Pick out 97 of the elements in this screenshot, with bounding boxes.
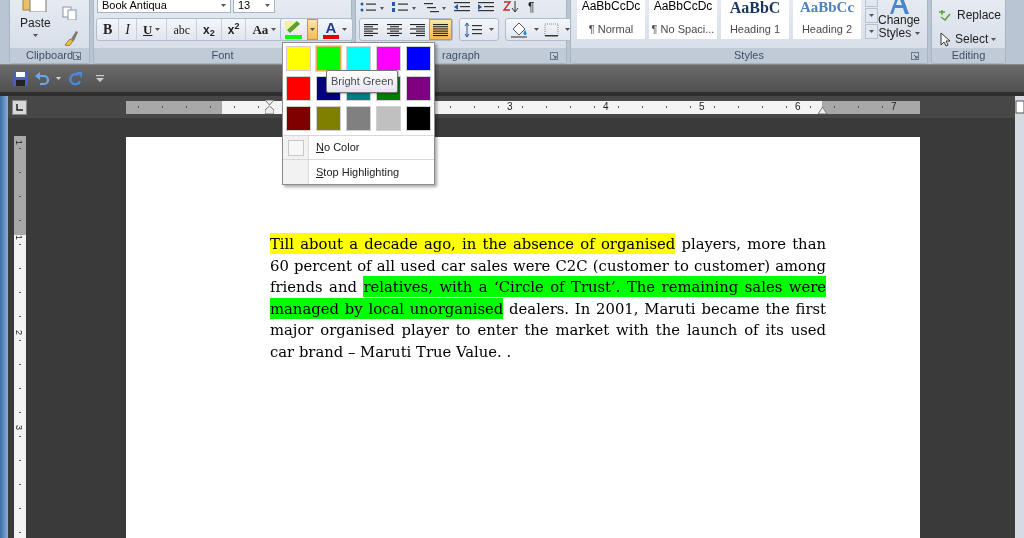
group-label: Styles [734,50,764,61]
format-underline-button[interactable]: U [137,19,168,40]
replace-icon [938,8,954,22]
color-swatch[interactable] [406,106,431,131]
color-swatch[interactable] [376,106,401,131]
right-indent-marker[interactable] [818,106,827,114]
ruler-number: 3 [507,99,513,113]
caret-icon [56,77,61,80]
show-formatting-button[interactable]: ¶ [525,0,538,14]
numbered-list-icon[interactable] [391,0,417,14]
align-center-icon [386,22,403,37]
increase-indent-icon[interactable] [477,0,495,14]
ruler-number: 1 [14,140,23,145]
sort-icon[interactable] [501,0,519,14]
ruler-number: 2 [14,330,23,335]
indent-marker[interactable] [265,99,274,114]
menu-item[interactable]: No Color [316,139,360,156]
color-swatch[interactable] [286,106,311,131]
format-italic-button[interactable]: I [119,19,137,40]
scroll-bar[interactable] [1015,96,1024,118]
left-tab-icon [16,103,23,111]
color-swatch[interactable] [406,76,431,101]
highlighter-icon[interactable] [283,19,305,40]
bullet-list-icon[interactable] [359,0,385,14]
color-swatch[interactable] [316,106,341,131]
undo-icon[interactable] [35,71,49,86]
caret-icon [265,3,270,7]
style-gallery-item[interactable]: AaBbCcDc ¶ Normal [577,0,645,39]
dialog-launcher-icon[interactable] [550,52,558,60]
format-plain-button[interactable]: x$_{2}$ [197,19,222,40]
caret-icon [221,3,226,7]
align-justify-icon [432,22,449,37]
ruler-number: 6 [795,99,801,113]
caret-icon [32,34,38,37]
caret-icon [565,28,570,31]
paint-bucket-icon[interactable] [510,21,530,38]
menu-item[interactable]: Stop Highlighting [316,163,400,181]
borders-icon[interactable] [543,21,561,38]
style-gallery-item[interactable]: AaBbCcDc ¶ No Spaci... [649,0,717,39]
caret-icon [271,28,277,31]
group-label: Editing [951,50,986,61]
tooltip: Bright Green [326,70,399,93]
view-ruler-icon[interactable] [1015,100,1024,114]
decrease-indent-icon[interactable] [453,0,471,14]
color-swatch[interactable] [346,106,371,131]
format-bold-button[interactable]: B [97,19,120,40]
color-swatch[interactable] [406,46,431,71]
empty-swatch-icon [287,139,304,156]
align-left-icon [363,22,380,37]
color-swatch[interactable] [346,46,371,71]
dialog-launcher-icon[interactable] [911,52,919,60]
style-gallery-item[interactable]: AaBbC Heading 1 [721,0,789,39]
ruler-number: 5 [699,99,705,113]
color-bar-icon [323,35,339,39]
color-swatch[interactable] [286,76,311,101]
customize-icon[interactable] [95,74,105,83]
ruler-number: 1 [14,235,23,240]
tab-selector[interactable] [12,99,27,115]
dialog-launcher-icon[interactable] [73,52,81,60]
group-label: Font [211,50,234,61]
color-swatch[interactable] [286,46,311,71]
color-swatch[interactable] [316,46,341,71]
replace-button[interactable]: Replace [938,6,1002,24]
gallery-scroll-bar[interactable] [865,0,878,39]
align-justify-button[interactable] [429,19,452,40]
caret-icon [914,32,920,36]
caret-icon [342,28,347,31]
scroll-bar[interactable] [1015,118,1024,538]
group-label: Clipboard [25,50,74,61]
pointer-icon [938,31,952,47]
ruler-number: 7 [891,99,897,113]
format-strike-button[interactable]: abc [167,19,198,40]
caret-icon [869,14,874,17]
ruler-number: 4 [603,99,609,113]
font-size-field[interactable]: 13 [233,0,275,13]
caret-icon [310,28,315,31]
ruler-number: 3 [14,425,23,430]
highlight-dropdown-button[interactable] [307,19,318,40]
paragraph-text: Till about a decade ago, in the absence of organised players, more than 60 percent of all used car sales were C2C (customer to customer) among friends and relatives, with a ‘Circle of Trust’. The remaining sales were managed by local unorganised dealers. In 2001, Maruti became the first major organised player to enter the market with the launch of its used car brand – Maruti True Value. . [270,233,826,362]
paste-button[interactable]: Paste [20,17,51,37]
save-icon[interactable] [13,71,28,86]
caret-icon [534,28,539,31]
font-name-field[interactable]: Book Antiqua [97,0,231,13]
multilevel-list-icon[interactable] [423,0,447,14]
brush-icon[interactable] [62,30,78,46]
caret-icon [155,28,161,31]
caret-icon [991,37,997,41]
font-color-text[interactable]: A [325,20,337,35]
style-gallery-item[interactable]: AaBbCc Heading 2 [793,0,861,39]
color-swatch[interactable] [376,46,401,71]
group-label: ragraph [442,50,480,61]
caret-icon [489,28,494,31]
caret-icon [869,30,874,33]
change-styles-button[interactable]: Change Styles [877,14,921,40]
format-plain-button[interactable]: x$^{2}$ [221,19,247,40]
align-right-icon [409,22,426,37]
select-button[interactable]: Select [938,30,1002,48]
